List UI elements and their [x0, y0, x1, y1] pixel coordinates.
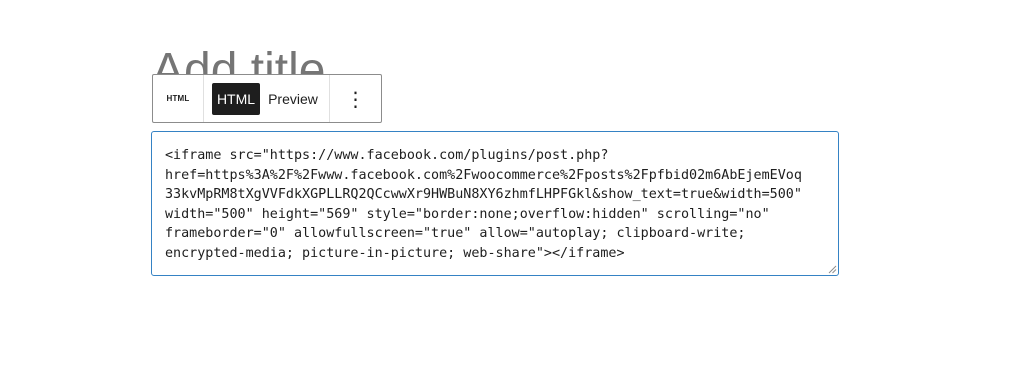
code-line: href=https%3A%2F%2Fwww.facebook.com%2Fwo… [165, 167, 802, 183]
code-line: frameborder="0" allowfullscreen="true" a… [165, 226, 746, 242]
code-line: encrypted-media; picture-in-picture; web… [165, 245, 625, 261]
html-code-textarea[interactable]: <iframe src="https://www.facebook.com/pl… [151, 131, 839, 276]
html-block-icon: HTML [166, 94, 190, 103]
block-type-button[interactable]: HTML [153, 75, 204, 122]
preview-mode-button[interactable]: Preview [260, 83, 326, 115]
code-line: 33kvMpRM8tXgVVFdkXGPLLRQ2QCcwwXr9HWBuN8X… [165, 187, 802, 203]
code-line: <iframe src="https://www.facebook.com/pl… [165, 148, 609, 163]
vertical-ellipsis-icon: ⋮ [345, 86, 366, 111]
html-code-content: <iframe src="https://www.facebook.com/pl… [165, 146, 826, 264]
block-toolbar: HTML HTML Preview ⋮ [152, 74, 382, 123]
code-line: width="500" height="569" style="border:n… [165, 206, 770, 222]
more-options-button[interactable]: ⋮ [330, 75, 381, 122]
mode-switcher: HTML Preview [204, 75, 330, 122]
html-mode-button[interactable]: HTML [212, 82, 260, 115]
resize-grip-icon[interactable] [827, 264, 837, 274]
